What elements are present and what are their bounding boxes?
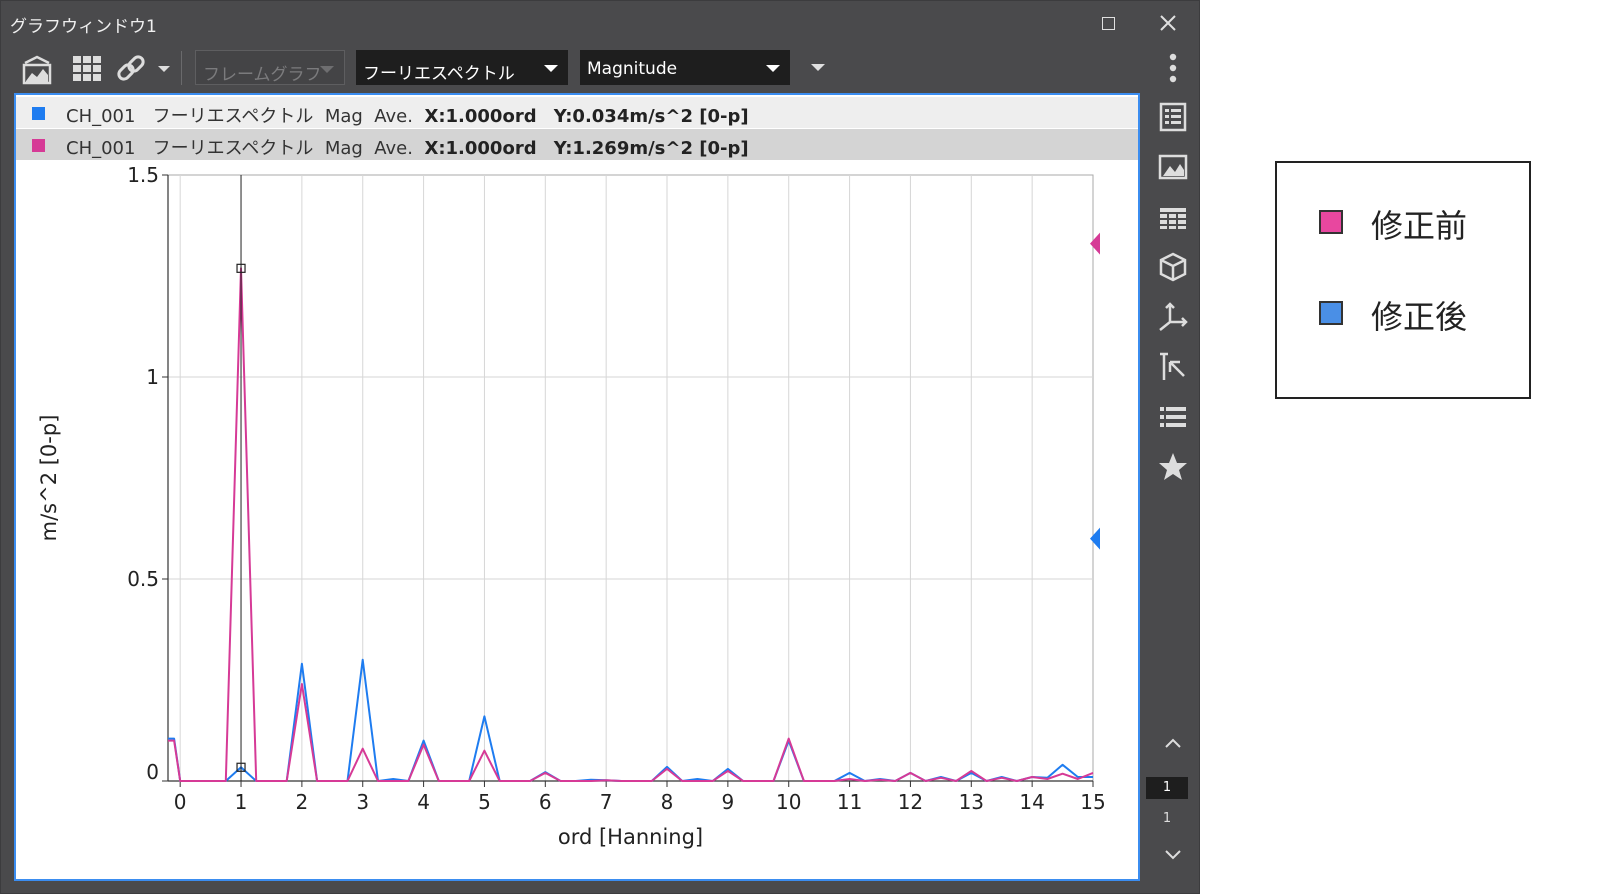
page-down-button[interactable] [1156, 845, 1190, 869]
y-tick-label: 1.5 [127, 163, 159, 187]
toolbar-overflow-arrow[interactable] [811, 64, 825, 71]
properties-button[interactable] [1156, 100, 1190, 134]
x-tick-label: 9 [722, 790, 735, 814]
x-tick-label: 14 [1019, 790, 1044, 814]
axis-button[interactable] [1156, 300, 1190, 334]
maximize-button[interactable] [1094, 9, 1124, 37]
toolbar-separator [181, 51, 182, 85]
more-options-button[interactable] [1156, 51, 1190, 85]
3d-view-button[interactable] [1156, 250, 1190, 284]
x-tick-label: 0 [174, 790, 187, 814]
right-sidebar [1144, 45, 1201, 895]
x-tick-label: 13 [959, 790, 984, 814]
x-tick-label: 15 [1080, 790, 1105, 814]
spectrum-type-dropdown[interactable]: フーリエスペクトル [356, 50, 568, 85]
cursor-tool-icon [1160, 352, 1185, 380]
close-icon [1160, 15, 1176, 31]
y-axis-label: m/s^2 [0-p] [37, 415, 61, 542]
x-tick-label: 11 [837, 790, 862, 814]
frame-graph-dropdown[interactable]: フレームグラフ [195, 50, 345, 85]
kebab-menu-icon [1169, 53, 1177, 83]
chevron-up-icon [1165, 738, 1181, 748]
spectrum-plot[interactable]: 0 1 2 3 4 5 6 7 8 9 10 11 12 13 14 1500.511.5ord [Hanni… [16, 95, 1138, 879]
display-mode-label: Magnitude [587, 59, 678, 79]
table-button[interactable] [1156, 200, 1190, 234]
legend-swatch [1319, 301, 1343, 325]
page-total: 1 [1162, 811, 1172, 826]
x-tick-label: 8 [661, 790, 674, 814]
cursor-tool-button[interactable] [1156, 350, 1190, 384]
chevron-down-icon [544, 65, 558, 72]
cube-icon [1159, 252, 1187, 282]
grid-layout-button[interactable] [68, 51, 108, 87]
chevron-down-icon [1165, 850, 1181, 860]
toolbar: フレームグラフ フーリエスペクトル Magnitude [1, 45, 1201, 95]
x-tick-label: 10 [776, 790, 801, 814]
x-tick-label: 1 [235, 790, 248, 814]
legend-label: 修正後 [1371, 298, 1468, 336]
title-bar[interactable]: グラフウィンドウ1 [1, 1, 1201, 45]
legend: 修正前 修正後 [1275, 161, 1531, 399]
legend-label: 修正前 [1371, 207, 1468, 245]
x-tick-label: 7 [600, 790, 613, 814]
x-tick-label: 6 [539, 790, 552, 814]
link-icon [117, 55, 170, 81]
x-tick-label: 5 [478, 790, 491, 814]
print-graph-button[interactable] [17, 51, 57, 87]
y-tick-label: 0.5 [127, 567, 159, 591]
spectrum-type-label: フーリエスペクトル [363, 64, 515, 84]
print-graph-icon [22, 55, 52, 85]
x-tick-label: 2 [296, 790, 309, 814]
y-tick-label: 0 [146, 760, 159, 784]
plot-area[interactable] [167, 174, 1094, 782]
page-up-button[interactable] [1156, 733, 1190, 757]
link-dropdown-button[interactable] [114, 51, 174, 87]
close-button[interactable] [1153, 9, 1183, 37]
favorite-button[interactable] [1156, 450, 1190, 484]
graph-panel[interactable]: CH_001 フーリエスペクトル Mag Ave. X:1.000ord Y:0… [14, 93, 1140, 881]
image-icon [1158, 154, 1188, 180]
page-number-input[interactable]: 1 [1146, 777, 1188, 799]
display-mode-dropdown[interactable]: Magnitude [580, 50, 790, 85]
grid-icon [73, 56, 101, 81]
star-icon [1159, 453, 1187, 480]
window-title: グラフウィンドウ1 [10, 17, 157, 37]
image-button[interactable] [1156, 150, 1190, 184]
list-icon [1160, 407, 1186, 427]
properties-icon [1159, 102, 1187, 132]
chevron-down-icon [766, 65, 780, 72]
chevron-down-icon [320, 66, 334, 73]
list-button[interactable] [1156, 400, 1190, 434]
graph-window: グラフウィンドウ1 フレームグラフ フーリエスペクトル Magnitude CH… [0, 0, 1200, 894]
x-tick-label: 4 [417, 790, 430, 814]
table-icon [1160, 208, 1186, 229]
x-axis-label: ord [Hanning] [558, 825, 703, 849]
legend-swatch [1319, 210, 1343, 234]
x-tick-label: 12 [898, 790, 923, 814]
x-tick-label: 3 [356, 790, 369, 814]
axis-icon [1159, 302, 1188, 331]
frame-graph-label: フレームグラフ [203, 65, 322, 85]
y-tick-label: 1 [146, 365, 159, 389]
